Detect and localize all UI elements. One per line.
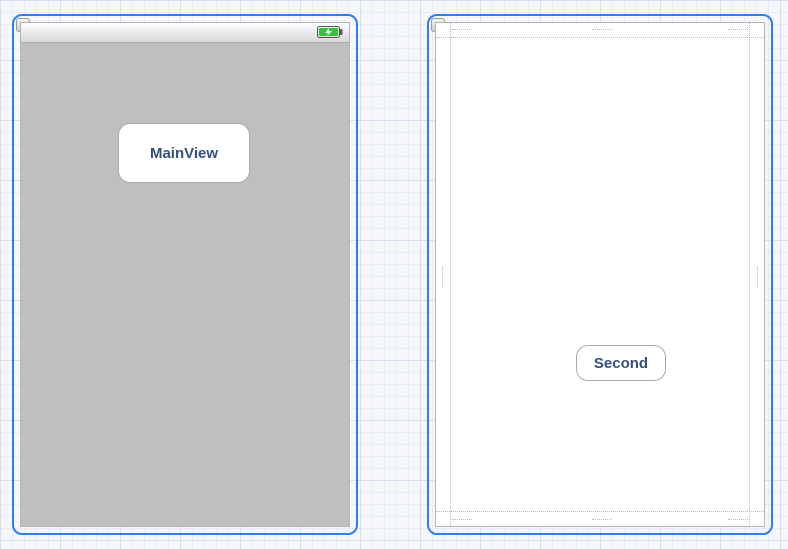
scene-main[interactable]: MainView (12, 14, 358, 535)
scene-second-view[interactable]: Second (435, 22, 765, 527)
scene-main-view[interactable]: MainView (20, 22, 350, 527)
main-content-area[interactable]: MainView (21, 43, 349, 526)
second-button-label: Second (594, 356, 648, 371)
second-button[interactable]: Second (576, 345, 666, 381)
mainview-button-label: MainView (150, 146, 218, 161)
mainview-button[interactable]: MainView (118, 123, 250, 183)
layout-guides (436, 23, 764, 526)
scene-second[interactable]: Second (427, 14, 773, 535)
ib-canvas[interactable]: MainView (0, 0, 788, 549)
status-bar (21, 23, 349, 43)
battery-charging-icon (317, 26, 343, 38)
